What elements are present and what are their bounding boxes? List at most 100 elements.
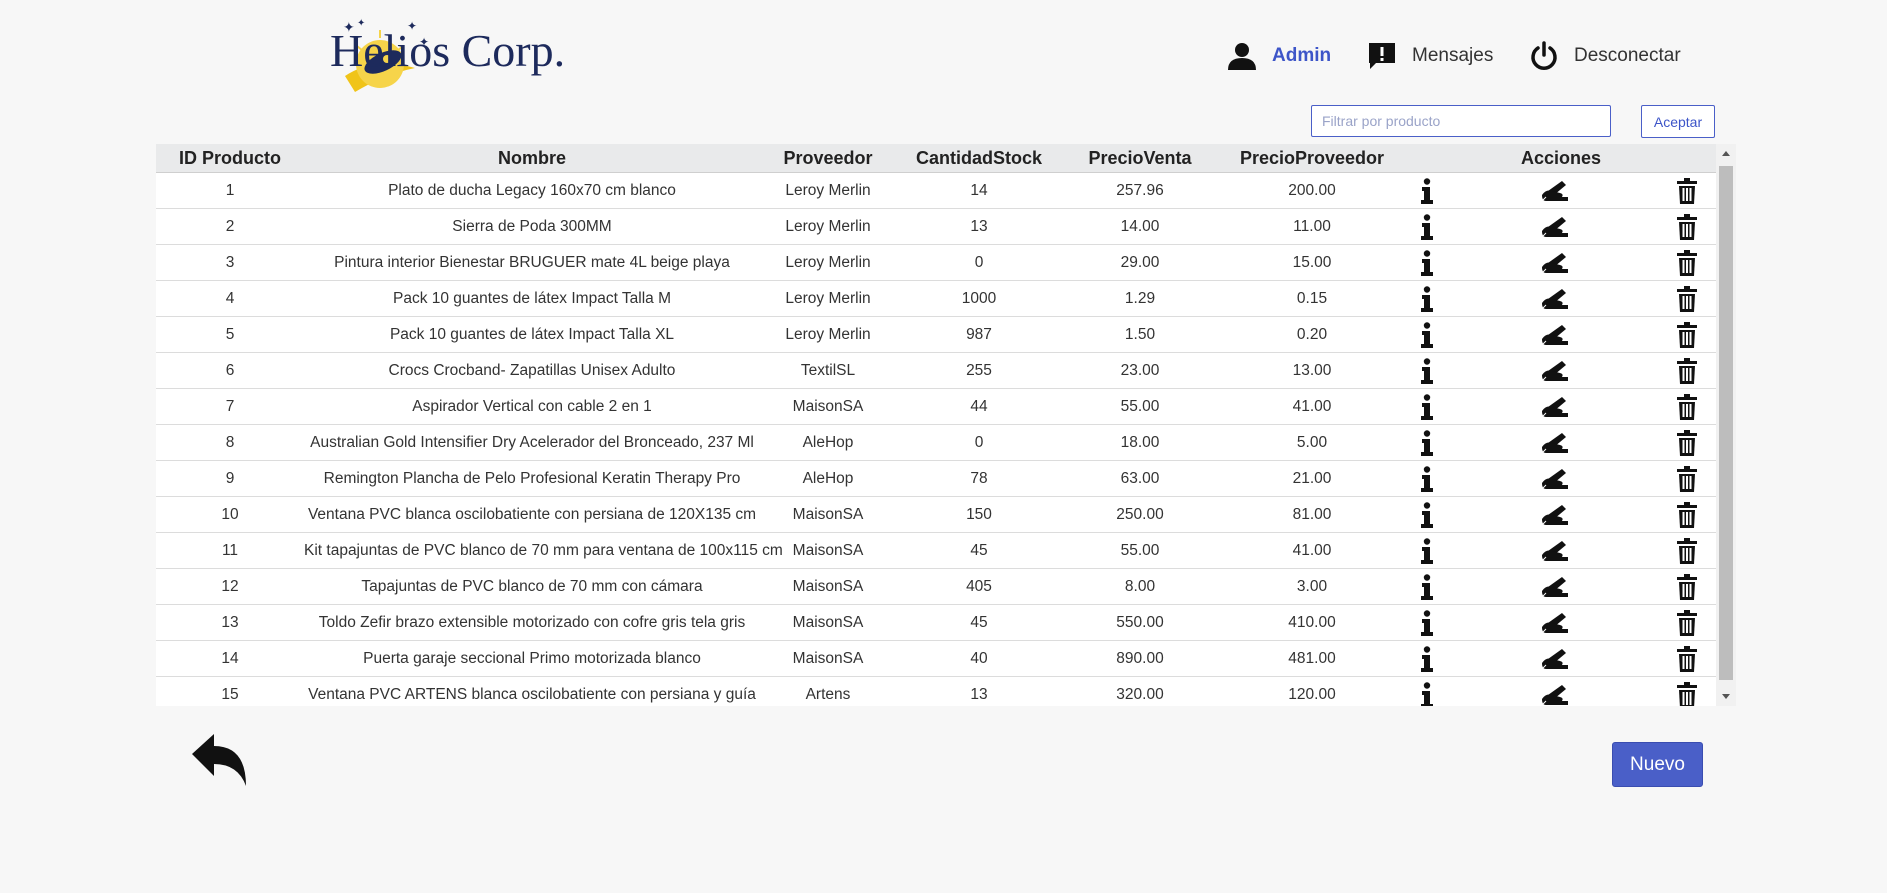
cell-actions (1406, 172, 1716, 209)
trash-icon[interactable] (1676, 645, 1698, 672)
trash-icon[interactable] (1676, 393, 1698, 420)
edit-hand-icon[interactable] (1540, 431, 1570, 455)
cell-actions (1406, 640, 1716, 677)
column-header: Nombre (304, 144, 760, 173)
cell-sale-price: 55.00 (1062, 532, 1218, 569)
cell-stock: 987 (896, 316, 1062, 353)
table-row: 8 Australian Gold Intensifier Dry Acelera… (156, 424, 1716, 461)
trash-icon[interactable] (1676, 465, 1698, 492)
table-row: 2 Sierra de Poda 300MM Leroy Merlin 13 14.00… (156, 208, 1716, 245)
table-scrollbar[interactable] (1716, 144, 1736, 706)
nav-admin[interactable]: Admin (1226, 38, 1331, 74)
cell-id: 15 (156, 676, 304, 706)
edit-hand-icon[interactable] (1540, 647, 1570, 671)
trash-icon[interactable] (1676, 501, 1698, 528)
scroll-up-arrow-icon[interactable] (1720, 148, 1732, 160)
cell-supplier-price: 15.00 (1218, 244, 1406, 281)
table-row: 1 Plato de ducha Legacy 160x70 cm blanco L… (156, 172, 1716, 209)
info-icon[interactable] (1420, 393, 1434, 420)
info-icon[interactable] (1420, 177, 1434, 204)
info-icon[interactable] (1420, 285, 1434, 312)
cell-id: 5 (156, 316, 304, 353)
edit-hand-icon[interactable] (1540, 359, 1570, 383)
product-filter-input[interactable] (1311, 105, 1611, 137)
table-row: 11 Kit tapajuntas de PVC blanco de 70 mm … (156, 532, 1716, 569)
edit-hand-icon[interactable] (1540, 467, 1570, 491)
info-icon[interactable] (1420, 213, 1434, 240)
edit-hand-icon[interactable] (1540, 179, 1570, 203)
user-icon (1228, 43, 1256, 70)
edit-hand-icon[interactable] (1540, 575, 1570, 599)
cell-id: 8 (156, 424, 304, 461)
edit-hand-icon[interactable] (1540, 503, 1570, 527)
table-row: 13 Toldo Zefir brazo extensible motorizad… (156, 604, 1716, 641)
cell-supplier-price: 13.00 (1218, 352, 1406, 389)
info-icon[interactable] (1420, 681, 1434, 707)
scroll-thumb[interactable] (1719, 166, 1733, 680)
trash-icon[interactable] (1676, 177, 1698, 204)
table-row: 6 Crocs Crocband- Zapatillas Unisex Adult… (156, 352, 1716, 389)
info-icon[interactable] (1420, 465, 1434, 492)
info-icon[interactable] (1420, 537, 1434, 564)
trash-icon[interactable] (1676, 213, 1698, 240)
edit-hand-icon[interactable] (1540, 215, 1570, 239)
trash-icon[interactable] (1676, 357, 1698, 384)
cell-stock: 150 (896, 496, 1062, 533)
info-icon[interactable] (1420, 501, 1434, 528)
trash-icon[interactable] (1676, 537, 1698, 564)
row-actions (1406, 645, 1716, 672)
edit-hand-icon[interactable] (1540, 323, 1570, 347)
trash-icon[interactable] (1676, 321, 1698, 348)
cell-stock: 44 (896, 388, 1062, 425)
row-actions (1406, 573, 1716, 600)
trash-icon[interactable] (1676, 573, 1698, 600)
cell-supplier-price: 41.00 (1218, 388, 1406, 425)
trash-icon[interactable] (1676, 429, 1698, 456)
cell-supplier: AleHop (760, 460, 896, 497)
column-header: Acciones (1406, 144, 1716, 173)
column-header: ID Producto (156, 144, 304, 173)
cell-stock: 0 (896, 244, 1062, 281)
cell-sale-price: 55.00 (1062, 388, 1218, 425)
trash-icon[interactable] (1676, 681, 1698, 707)
messages-label[interactable]: Mensajes (1412, 45, 1493, 67)
cell-supplier: Leroy Merlin (760, 172, 896, 209)
row-actions (1406, 249, 1716, 276)
accept-button[interactable]: Aceptar (1641, 105, 1715, 138)
nav-logout[interactable]: Desconectar (1528, 38, 1681, 74)
table-row: 3 Pintura interior Bienestar BRUGUER mate… (156, 244, 1716, 281)
cell-supplier-price: 0.15 (1218, 280, 1406, 317)
cell-id: 2 (156, 208, 304, 245)
cell-id: 4 (156, 280, 304, 317)
cell-sale-price: 1.29 (1062, 280, 1218, 317)
row-actions (1406, 321, 1716, 348)
cell-stock: 40 (896, 640, 1062, 677)
cell-name: Sierra de Poda 300MM (304, 208, 760, 245)
edit-hand-icon[interactable] (1540, 251, 1570, 275)
info-icon[interactable] (1420, 249, 1434, 276)
reply-arrow-icon[interactable] (188, 730, 252, 790)
edit-hand-icon[interactable] (1540, 611, 1570, 635)
info-icon[interactable] (1420, 573, 1434, 600)
info-icon[interactable] (1420, 357, 1434, 384)
info-icon[interactable] (1420, 645, 1434, 672)
edit-hand-icon[interactable] (1540, 683, 1570, 707)
trash-icon[interactable] (1676, 609, 1698, 636)
admin-label[interactable]: Admin (1272, 45, 1331, 67)
nav-messages[interactable]: Mensajes (1366, 38, 1493, 74)
edit-hand-icon[interactable] (1540, 287, 1570, 311)
info-icon[interactable] (1420, 429, 1434, 456)
trash-icon[interactable] (1676, 249, 1698, 276)
cell-id: 12 (156, 568, 304, 605)
edit-hand-icon[interactable] (1540, 539, 1570, 563)
trash-icon[interactable] (1676, 285, 1698, 312)
new-product-button[interactable]: Nuevo (1612, 742, 1703, 787)
cell-sale-price: 320.00 (1062, 676, 1218, 706)
edit-hand-icon[interactable] (1540, 395, 1570, 419)
cell-supplier-price: 11.00 (1218, 208, 1406, 245)
info-icon[interactable] (1420, 321, 1434, 348)
row-actions (1406, 429, 1716, 456)
logout-label[interactable]: Desconectar (1574, 45, 1681, 67)
scroll-down-arrow-icon[interactable] (1720, 690, 1732, 702)
info-icon[interactable] (1420, 609, 1434, 636)
